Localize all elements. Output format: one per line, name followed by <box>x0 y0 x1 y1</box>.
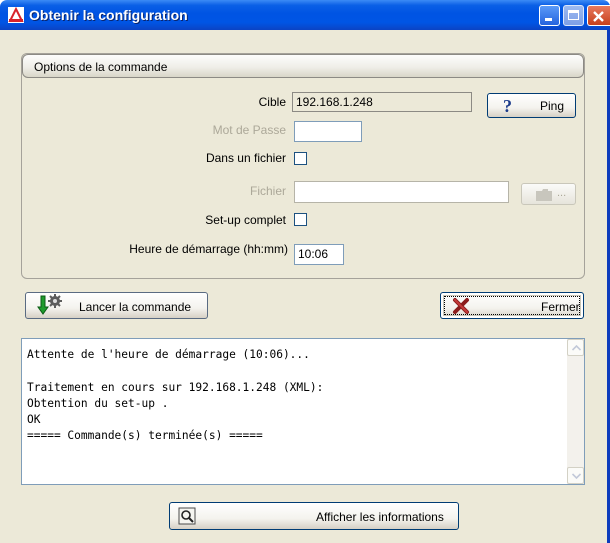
scroll-down-button[interactable] <box>567 467 584 484</box>
browse-button[interactable]: ... <box>521 183 576 205</box>
cible-label: Cible <box>258 95 286 109</box>
full-setup-label: Set-up complet <box>205 213 286 227</box>
close-icon <box>593 11 604 22</box>
run-command-button[interactable]: Lancer la commande <box>25 292 208 319</box>
run-command-icon <box>37 294 62 315</box>
folder-icon <box>536 189 552 201</box>
full-setup-checkbox[interactable] <box>294 213 307 226</box>
save-to-file-checkbox[interactable] <box>294 152 307 165</box>
window-title: Obtenir la configuration <box>29 7 188 23</box>
output-log[interactable]: Attente de l'heure de démarrage (10:06).… <box>21 338 585 485</box>
browse-label: ... <box>557 187 567 199</box>
save-to-file-label: Dans un fichier <box>205 151 286 165</box>
cible-field[interactable]: 192.168.1.248 <box>292 92 472 112</box>
options-group-title: Options de la commande <box>34 60 168 74</box>
close-dialog-label: Fermer <box>541 300 580 314</box>
minimize-button[interactable] <box>539 5 560 26</box>
start-time-label: Heure de démarrage (hh:mm) <box>129 242 288 256</box>
file-path-field[interactable] <box>294 181 509 203</box>
cancel-x-icon <box>453 298 469 314</box>
log-scrollbar[interactable] <box>567 339 584 484</box>
output-log-text: Attente de l'heure de démarrage (10:06).… <box>27 348 324 443</box>
run-command-label: Lancer la commande <box>79 300 192 314</box>
close-dialog-button[interactable]: Fermer <box>440 292 584 319</box>
start-time-field[interactable]: 10:06 <box>294 244 344 265</box>
close-window-button[interactable] <box>587 5 610 26</box>
password-field[interactable] <box>294 121 362 142</box>
file-label: Fichier <box>249 184 286 198</box>
password-label: Mot de Passe <box>212 123 286 137</box>
show-info-button[interactable]: Afficher les informations <box>169 502 459 530</box>
options-group-header: Options de la commande <box>22 54 584 78</box>
scroll-up-button[interactable] <box>567 339 584 356</box>
scroll-down-icon <box>572 473 581 479</box>
app-icon <box>8 6 24 23</box>
show-info-label: Afficher les informations <box>316 510 444 524</box>
ping-label: Ping <box>540 99 565 113</box>
ping-button[interactable]: ? ? Ping <box>487 93 576 118</box>
help-icon: ? ? <box>503 96 512 115</box>
title-bar[interactable]: Obtenir la configuration <box>0 0 610 30</box>
scroll-up-icon <box>572 345 581 351</box>
magnifier-icon <box>178 507 196 525</box>
maximize-button[interactable] <box>563 5 584 26</box>
